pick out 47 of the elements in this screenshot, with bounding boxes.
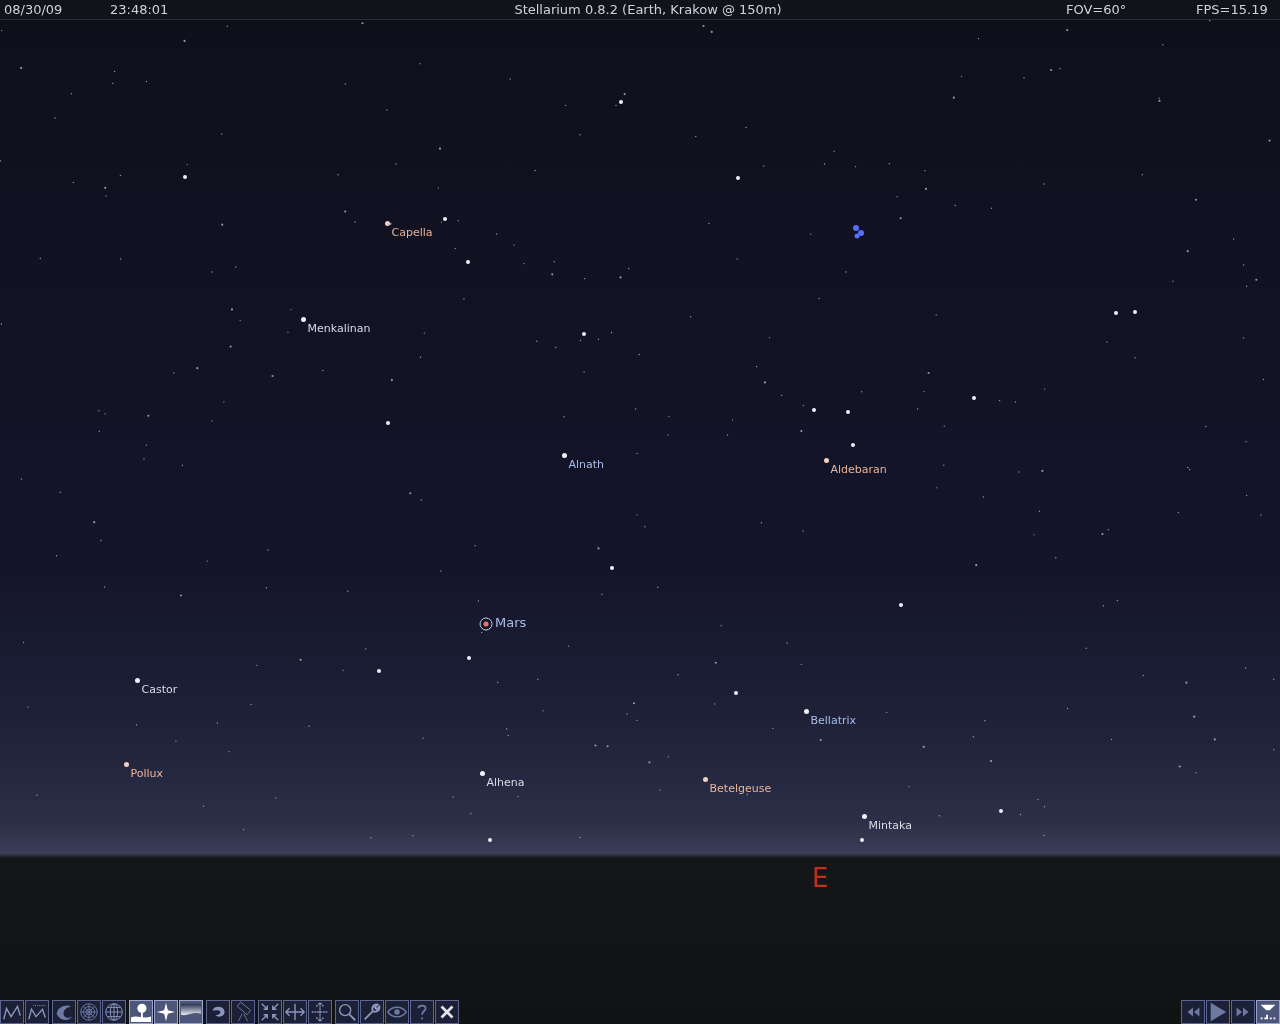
toolbar-button[interactable] bbox=[25, 1000, 49, 1024]
toolbar-button[interactable] bbox=[435, 1000, 459, 1024]
tree-landscape-icon bbox=[130, 1001, 152, 1023]
fov-text: FOV=60° bbox=[1066, 2, 1128, 17]
toolbar-button[interactable] bbox=[1256, 1000, 1280, 1024]
object-label: Betelgeuse bbox=[709, 781, 772, 795]
object-label: Alhena bbox=[486, 775, 525, 789]
star-dot bbox=[384, 220, 390, 226]
cardinal-label: E bbox=[812, 863, 829, 893]
search-icon bbox=[336, 1001, 358, 1023]
horizontal-arrows-icon bbox=[284, 1001, 306, 1023]
wrench-icon bbox=[361, 1001, 383, 1023]
globe-grid-icon bbox=[103, 1001, 125, 1023]
star-dot bbox=[479, 770, 485, 776]
equatorial-grid-icon bbox=[78, 1001, 100, 1023]
object-label: Bellatrix bbox=[810, 713, 857, 727]
object-label: Capella bbox=[391, 225, 433, 239]
toolbar-button[interactable] bbox=[179, 1000, 203, 1024]
star-dot bbox=[702, 776, 708, 782]
object-label: Menkalinan bbox=[307, 321, 371, 335]
toolbar-button[interactable] bbox=[283, 1000, 307, 1024]
object-label: Alnath bbox=[568, 457, 605, 471]
window-title: Stellarium 0.8.2 (Earth, Krakow @ 150m) bbox=[513, 2, 783, 17]
fps-text: FPS=15.19 bbox=[1196, 2, 1269, 17]
toolbar-button[interactable] bbox=[154, 1000, 178, 1024]
toolbar-button[interactable] bbox=[206, 1000, 230, 1024]
star-dot bbox=[134, 677, 140, 683]
toolbar-button[interactable] bbox=[0, 1000, 24, 1024]
object-label: Aldebaran bbox=[830, 462, 887, 476]
star-dot bbox=[300, 316, 306, 322]
object-label: Castor bbox=[141, 682, 178, 696]
planet-marker-icon bbox=[479, 617, 493, 631]
star-dot bbox=[123, 761, 129, 767]
date-text: 08/30/09 bbox=[4, 2, 64, 17]
arrows-inward-icon bbox=[259, 1001, 281, 1023]
object-label: Mars bbox=[495, 615, 527, 630]
object-label: Pollux bbox=[130, 766, 164, 780]
toolbar-button[interactable] bbox=[335, 1000, 359, 1024]
star-dot bbox=[823, 457, 829, 463]
star-dot bbox=[861, 813, 867, 819]
star-dot bbox=[561, 452, 567, 458]
toolbar-button[interactable] bbox=[129, 1000, 153, 1024]
star-dot bbox=[803, 708, 809, 714]
toolbar-button[interactable] bbox=[258, 1000, 282, 1024]
object-label: Mintaka bbox=[868, 818, 912, 832]
toolbar-button[interactable] bbox=[360, 1000, 384, 1024]
time-text: 23:48:01 bbox=[110, 2, 170, 17]
